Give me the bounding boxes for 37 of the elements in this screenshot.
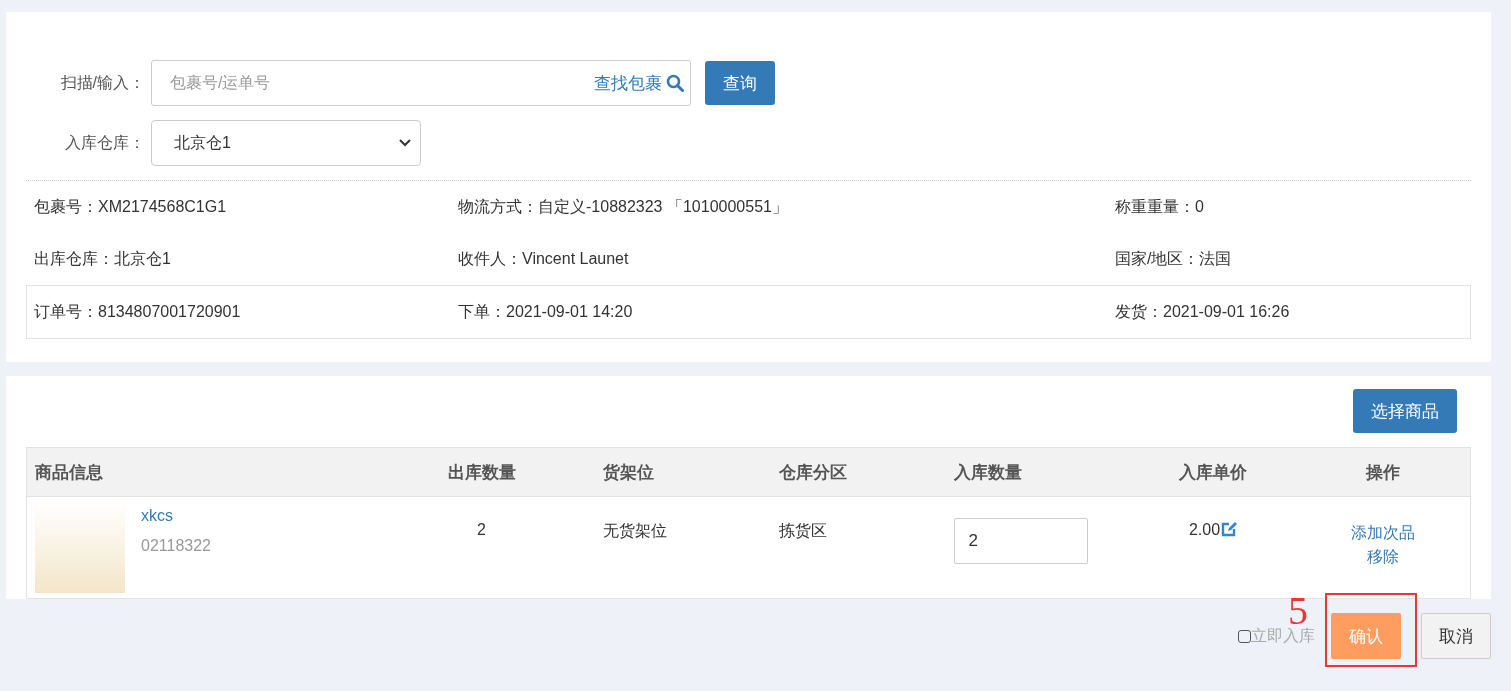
column-header: 入库单价 bbox=[1179, 462, 1247, 482]
column-header: 商品信息 bbox=[35, 462, 103, 482]
info-text: 下单：2021-09-01 14:20 bbox=[458, 301, 634, 322]
product-name-link[interactable]: xkcs bbox=[141, 507, 211, 525]
column-header: 出库数量 bbox=[447, 462, 516, 482]
action-link[interactable]: 添加次品 bbox=[1296, 521, 1469, 545]
action-link[interactable]: 移除 bbox=[1296, 545, 1469, 569]
info-text: 订单号：8134807001720901 bbox=[34, 301, 242, 322]
column-header: 仓库分区 bbox=[778, 462, 847, 482]
warehouse-select[interactable]: 北京仓1 bbox=[151, 120, 421, 166]
scan-label: 扫描/输入： bbox=[59, 72, 146, 93]
chevron-down-icon bbox=[398, 138, 412, 148]
column-header: 入库数量 bbox=[953, 462, 1022, 482]
warehouse-label: 入库仓库： bbox=[64, 132, 146, 153]
info-text: 国家/地区：法国 bbox=[1115, 248, 1233, 269]
search-icon[interactable] bbox=[666, 74, 684, 92]
find-package-link[interactable]: 查找包裹 bbox=[594, 71, 662, 95]
info-text: 出库仓库：北京仓1 bbox=[34, 248, 172, 269]
price-text: 2.00 bbox=[1188, 521, 1221, 539]
checkbox[interactable] bbox=[1238, 629, 1251, 643]
column-header: 货架位 bbox=[602, 462, 654, 482]
info-text: 物流方式：自定义-10882323 「1010000551」 bbox=[458, 196, 789, 217]
column-header: 操作 bbox=[1365, 462, 1400, 482]
select-goods-button[interactable]: 选择商品 bbox=[1353, 389, 1457, 433]
info-text: 称重重量：0 bbox=[1115, 196, 1205, 217]
cancel-button[interactable]: 取消 bbox=[1421, 613, 1491, 659]
info-text: 收件人：Vincent Launet bbox=[458, 248, 630, 269]
query-button[interactable]: 查询 bbox=[705, 61, 775, 105]
info-text: 包裹号：XM2174568C1G1 bbox=[34, 196, 228, 217]
edit-icon[interactable] bbox=[1220, 521, 1238, 538]
scan-input-field[interactable]: 包裹号/运单号 查找包裹 bbox=[151, 60, 691, 106]
table-cell: 无货架位 bbox=[602, 522, 667, 539]
product-sku: 02118322 bbox=[141, 537, 211, 555]
table-cell: 2 bbox=[477, 521, 486, 538]
quantity-input[interactable]: 2 bbox=[953, 518, 1088, 564]
table-cell: 拣货区 bbox=[778, 522, 827, 539]
info-text: 发货：2021-09-01 16:26 bbox=[1115, 301, 1291, 322]
